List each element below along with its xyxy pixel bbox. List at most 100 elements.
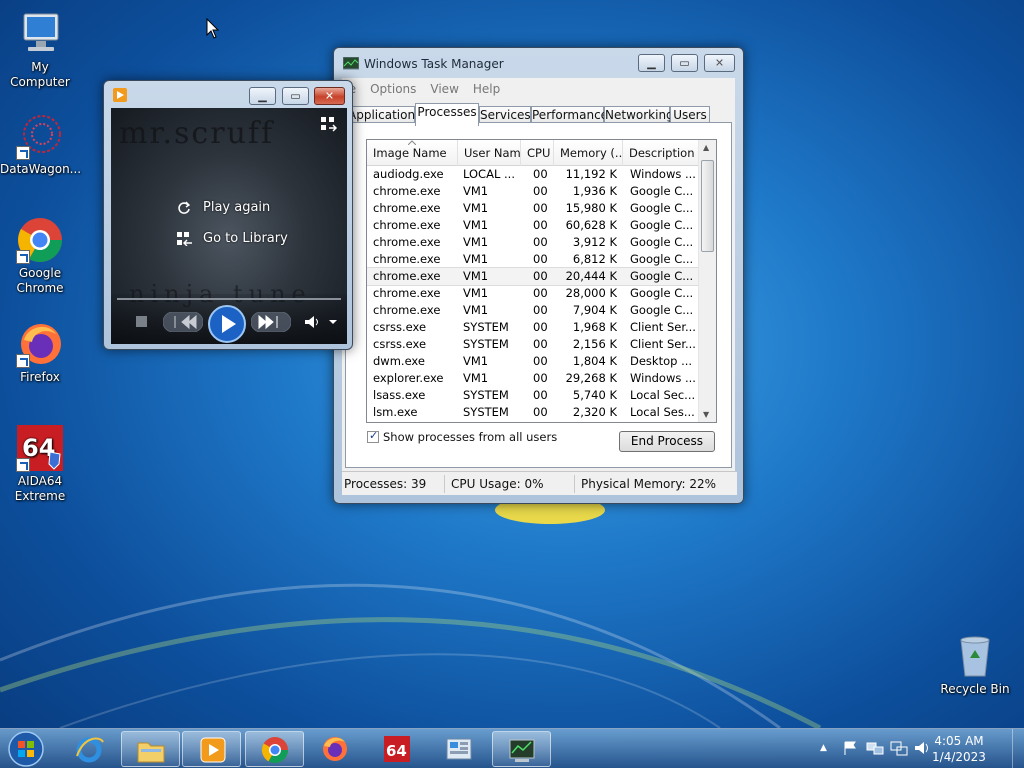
taskbar-internet-explorer[interactable] <box>60 731 119 767</box>
taskbar-aida64[interactable]: 64 <box>368 731 427 767</box>
table-row[interactable]: chrome.exe VM1 00 3,912 K Google C... <box>367 234 699 251</box>
status-processes: Processes: 39 <box>344 477 427 491</box>
memory-cell: 7,904 K <box>572 303 617 317</box>
user-name-cell: SYSTEM <box>463 320 509 334</box>
taskbar-windows-explorer[interactable] <box>121 731 180 767</box>
table-row[interactable]: csrss.exe SYSTEM 00 1,968 K Client Ser... <box>367 319 699 336</box>
show-hidden-icons-icon[interactable]: ▲ <box>820 743 827 753</box>
taskbar-google-chrome[interactable] <box>245 731 304 767</box>
cpu-cell: 00 <box>533 184 548 198</box>
menu-options[interactable]: Options <box>362 78 422 96</box>
menu-help[interactable]: Help <box>465 78 506 96</box>
close-icon: ✕ <box>714 56 725 70</box>
memory-cell: 11,192 K <box>565 167 617 181</box>
table-row[interactable]: audiodg.exe LOCAL ... 00 11,192 K Windows ..… <box>367 166 699 183</box>
taskbar-task-manager[interactable] <box>492 731 551 767</box>
show-all-users-checkbox[interactable]: Show processes from all users <box>367 429 557 444</box>
datawagon-icon <box>16 112 64 160</box>
user-name-cell: VM1 <box>463 184 489 198</box>
switch-to-library-icon[interactable] <box>321 116 337 132</box>
taskbar-media-player[interactable] <box>182 731 241 767</box>
memory-cell: 29,268 K <box>565 371 617 385</box>
start-button[interactable] <box>6 730 46 768</box>
description-cell: Google C... <box>630 184 694 198</box>
now-playing-area[interactable]: mr.scruff ninja tune Play again Go to Li… <box>111 108 347 344</box>
minimize-button[interactable]: ▁ <box>638 54 665 72</box>
desktop-icon-aida64[interactable]: 64 AIDA64 Extreme <box>0 424 80 504</box>
desktop-icon-label: AIDA64 Extreme <box>14 474 66 503</box>
show-desktop-button[interactable] <box>1012 729 1024 768</box>
table-row[interactable]: lsm.exe SYSTEM 00 2,320 K Local Ses... <box>367 404 699 421</box>
user-name-cell: SYSTEM <box>463 337 509 351</box>
table-row[interactable]: chrome.exe VM1 00 15,980 K Google C... <box>367 200 699 217</box>
network-device-icon[interactable] <box>866 740 884 756</box>
end-process-button[interactable]: End Process <box>619 431 715 452</box>
table-row[interactable]: chrome.exe VM1 00 60,628 K Google C... <box>367 217 699 234</box>
task-manager-window[interactable]: Windows Task Manager ▁ ▭ ✕ FileOptionsVi… <box>333 47 744 504</box>
maximize-button[interactable]: ▭ <box>282 87 309 105</box>
close-button[interactable]: ✕ <box>314 87 345 105</box>
go-to-library-link[interactable]: Go to Library <box>203 231 288 246</box>
memory-cell: 20,444 K <box>565 269 617 283</box>
desktop-icon-datawagon[interactable]: DataWagon... <box>0 112 81 177</box>
window-title: Windows Task Manager <box>364 57 504 71</box>
table-row[interactable]: chrome.exe VM1 00 6,812 K Google C... <box>367 251 699 268</box>
desktop-icon-firefox[interactable]: Firefox <box>0 320 80 385</box>
column-header-user-name[interactable]: User Name <box>458 140 521 166</box>
system-clock[interactable]: 4:05 AM 1/4/2023 <box>924 733 994 765</box>
menu-view[interactable]: View <box>422 78 464 96</box>
previous-button[interactable] <box>163 312 203 332</box>
play-button[interactable] <box>207 304 247 344</box>
table-row[interactable]: csrss.exe SYSTEM 00 2,156 K Client Ser... <box>367 336 699 353</box>
column-header-memory[interactable]: Memory (... <box>554 140 623 166</box>
table-row[interactable]: dwm.exe VM1 00 1,804 K Desktop ... <box>367 353 699 370</box>
column-header-description[interactable]: Description <box>623 140 699 166</box>
minimize-icon: ▁ <box>647 56 656 70</box>
desktop-icon-label: Recycle Bin <box>940 682 1010 696</box>
play-again-link[interactable]: Play again <box>203 200 270 215</box>
table-row[interactable]: explorer.exe VM1 00 29,268 K Windows ... <box>367 370 699 387</box>
memory-cell: 1,968 K <box>572 320 617 334</box>
chevron-down-icon[interactable] <box>329 320 337 325</box>
table-row[interactable]: chrome.exe VM1 00 1,936 K Google C... <box>367 183 699 200</box>
next-button[interactable] <box>251 312 291 332</box>
taskbar-firefox[interactable] <box>306 731 365 767</box>
image-name-cell: dwm.exe <box>373 354 425 368</box>
scrollbar-thumb[interactable] <box>701 160 714 252</box>
table-row[interactable]: chrome.exe VM1 00 28,000 K Google C... <box>367 285 699 302</box>
process-list[interactable]: Image Name User Name CPU Memory (... Des… <box>366 139 717 423</box>
desktop-icon-google-chrome[interactable]: Google Chrome <box>0 216 80 296</box>
minimize-button[interactable]: ▁ <box>249 87 276 105</box>
action-center-flag-icon[interactable] <box>842 740 858 756</box>
firefox-icon <box>323 737 347 761</box>
desktop-icon-my-computer[interactable]: My Computer <box>0 10 80 90</box>
user-name-cell: SYSTEM <box>463 388 509 402</box>
volume-icon[interactable] <box>304 315 320 329</box>
maximize-icon: ▭ <box>679 56 690 70</box>
menu-bar: FileOptionsViewHelp <box>336 78 735 98</box>
scroll-up-icon[interactable]: ▲ <box>703 143 709 152</box>
table-row[interactable]: chrome.exe VM1 00 20,444 K Google C... <box>367 267 700 286</box>
status-cpu-usage: CPU Usage: 0% <box>451 477 544 491</box>
network-icon[interactable] <box>890 740 908 756</box>
close-button[interactable]: ✕ <box>704 54 735 72</box>
image-name-cell: chrome.exe <box>373 201 441 215</box>
description-cell: Local Sec... <box>630 388 696 402</box>
image-name-cell: lsm.exe <box>373 405 418 419</box>
table-row[interactable]: lsass.exe SYSTEM 00 5,740 K Local Sec... <box>367 387 699 404</box>
folder-icon <box>137 742 165 763</box>
taskbar-control-panel[interactable] <box>430 731 489 767</box>
maximize-button[interactable]: ▭ <box>671 54 698 72</box>
tab-processes[interactable]: Processes <box>415 103 479 126</box>
column-header-cpu[interactable]: CPU <box>521 140 554 166</box>
scroll-down-icon[interactable]: ▼ <box>703 410 709 419</box>
desktop-icon-recycle-bin[interactable]: Recycle Bin <box>935 632 1015 697</box>
shortcut-arrow-icon <box>16 146 30 160</box>
stop-icon[interactable] <box>136 316 148 328</box>
media-player-window[interactable]: ▁ ▭ ✕ mr.scruff ninja tune Play again Go… <box>103 80 353 350</box>
seek-bar[interactable] <box>117 298 341 300</box>
control-panel-icon <box>446 738 472 760</box>
table-row[interactable]: chrome.exe VM1 00 7,904 K Google C... <box>367 302 699 319</box>
process-list-scrollbar[interactable]: ▲ ▼ <box>698 140 716 422</box>
description-cell: Windows ... <box>630 371 696 385</box>
